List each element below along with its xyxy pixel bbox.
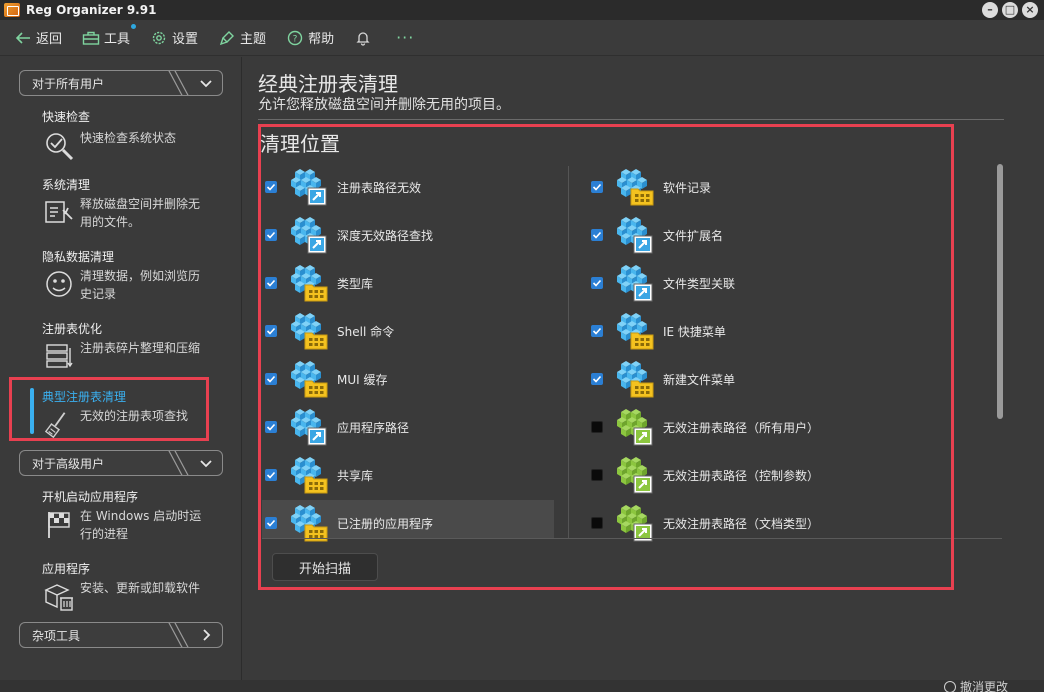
group-misc-label: 杂项工具 [32,628,81,643]
sidebar-item-registry-optimize[interactable]: 注册表优化 注册表碎片整理和压缩 [42,320,222,373]
sidebar-item-title: 快速检查 [42,110,91,124]
settings-label: 设置 [172,32,199,47]
bell-icon [354,29,372,47]
sidebar-item-apps[interactable]: 应用程序 安装、更新或卸载软件 [42,560,222,613]
sidebar-item-quick-check[interactable]: 快速检查 快速检查系统状态 [42,108,222,163]
svg-text:?: ? [293,34,298,44]
sidebar-item-desc: 在 Windows 启动时运行的进程 [80,509,202,541]
highlight-box [9,377,209,441]
decor-slashes-icon [168,451,189,475]
system-cleanup-icon [42,195,76,229]
group-all-users-label: 对于所有用户 [32,76,105,91]
highlight-box [258,124,954,590]
scrollbar-thumb[interactable] [997,164,1003,419]
window-controls: – □ × [982,2,1038,18]
undo-label: 撤消更改 [960,680,1009,692]
brush-icon [218,29,236,47]
help-label: 帮助 [308,32,335,47]
chevron-down-icon [200,460,212,468]
sidebar-item-title: 开机启动应用程序 [42,490,139,504]
sidebar-item-privacy[interactable]: 隐私数据清理 清理数据，例如浏览历史记录 [42,248,222,303]
sidebar-item-title: 隐私数据清理 [42,250,115,264]
chevron-down-icon [200,80,212,88]
header-divider [258,119,1004,120]
sidebar-item-desc: 安装、更新或卸载软件 [80,581,201,595]
minimize-button[interactable]: – [982,2,998,18]
group-advanced-button[interactable]: 对于高级用户 [19,450,223,476]
notifications-button[interactable] [354,29,376,47]
arrow-left-icon [14,29,32,47]
tools-button[interactable]: 工具 [82,24,137,47]
undo-icon [944,680,956,692]
startup-flag-icon [42,507,76,541]
sidebar-item-title: 应用程序 [42,562,91,576]
page-subtitle: 允许您释放磁盘空间并删除无用的项目。 [258,97,510,113]
decor-slashes-icon [168,623,189,647]
sidebar-item-desc: 清理数据，例如浏览历史记录 [80,269,201,301]
help-button[interactable]: ? 帮助 [286,28,334,47]
page-title: 经典注册表清理 [258,72,398,96]
app-logo-icon [4,3,20,17]
group-misc-button[interactable]: 杂项工具 [19,622,223,648]
quick-check-icon [42,129,76,163]
chevron-right-icon [203,629,211,641]
toolbar: 返回 工具 设置 主题 ? 帮助 ··· [0,20,1044,56]
toolbox-icon [82,29,100,47]
tools-label: 工具 [104,32,131,47]
more-icon: ··· [396,28,415,47]
group-all-users-button[interactable]: 对于所有用户 [19,70,223,96]
privacy-icon [42,267,76,301]
maximize-button[interactable]: □ [1002,2,1018,18]
settings-button[interactable]: 设置 [150,28,198,47]
status-bar [0,680,1044,692]
sidebar-item-system-cleanup[interactable]: 系统清理 释放磁盘空间并删除无用的文件。 [42,176,222,231]
close-button[interactable]: × [1022,2,1038,18]
box-trash-icon [42,579,76,613]
sidebar-item-desc: 注册表碎片整理和压缩 [80,341,201,355]
sidebar-item-title: 系统清理 [42,178,91,192]
back-label: 返回 [36,32,63,47]
sidebar-item-desc: 快速检查系统状态 [80,131,177,145]
notification-dot [131,24,137,29]
sidebar-item-startup[interactable]: 开机启动应用程序 在 Windows 启动时运行的进程 [42,488,222,543]
window-title: Reg Organizer 9.91 [26,3,157,17]
theme-label: 主题 [240,32,267,47]
decor-slashes-icon [168,71,189,95]
sidebar-item-title: 注册表优化 [42,322,103,336]
back-button[interactable]: 返回 [14,28,62,47]
title-bar: Reg Organizer 9.91 – □ × [0,0,1044,20]
sidebar-item-desc: 释放磁盘空间并删除无用的文件。 [80,197,201,229]
group-advanced-label: 对于高级用户 [32,456,105,471]
theme-button[interactable]: 主题 [218,28,266,47]
undo-changes-button[interactable]: 撤消更改 [944,678,1008,692]
help-icon: ? [286,29,304,47]
gear-icon [150,29,168,47]
registry-optimize-icon [42,339,76,373]
more-button[interactable]: ··· [396,28,414,47]
